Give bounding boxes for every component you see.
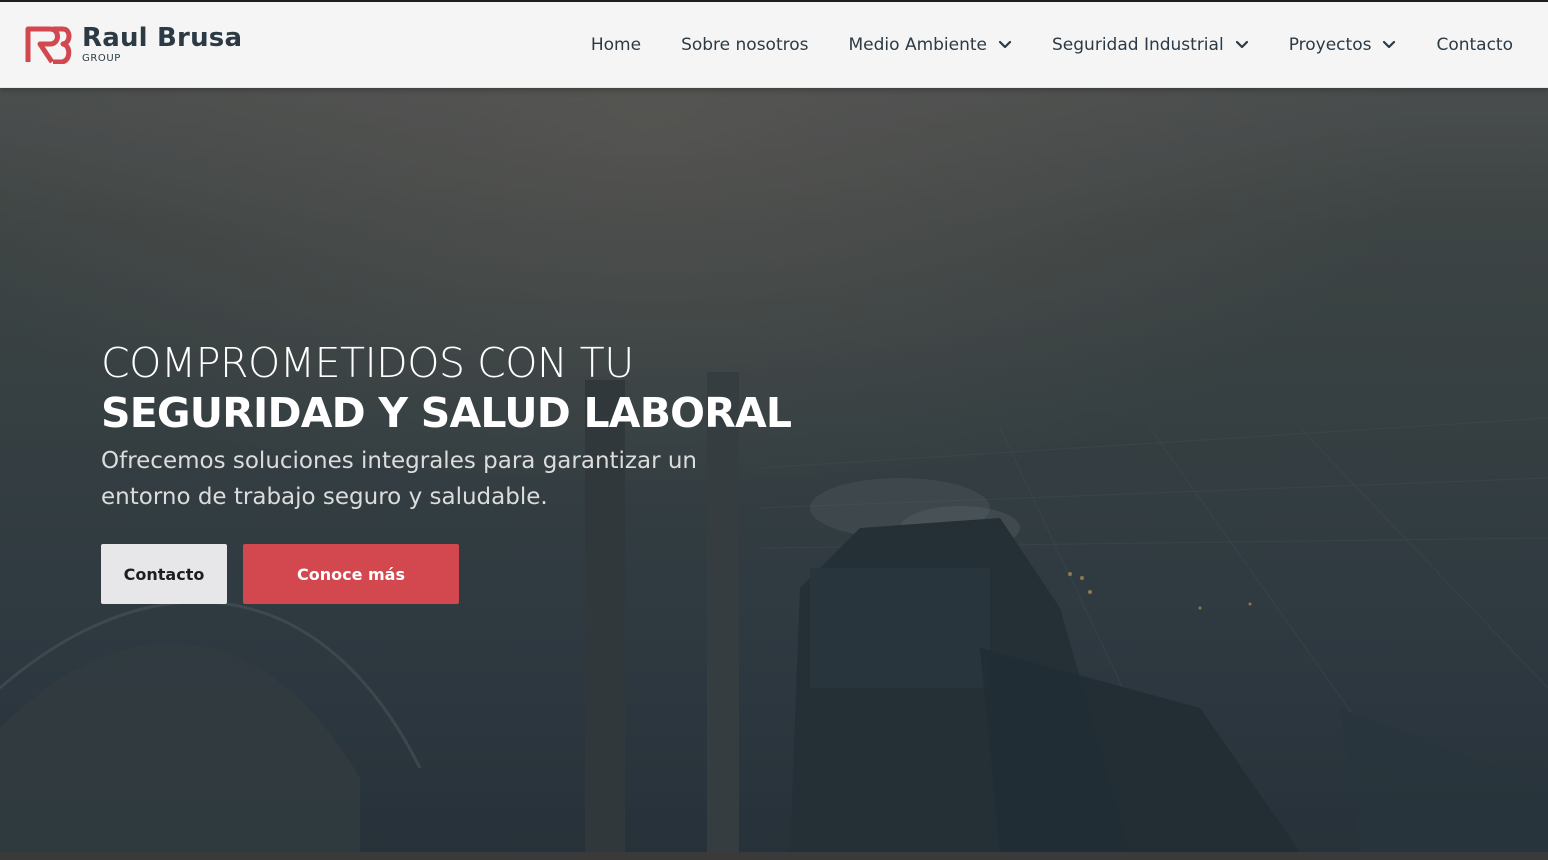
main-nav: Home Sobre nosotros Medio Ambiente Segur… bbox=[591, 2, 1513, 88]
hero-title-line1: COMPROMETIDOS CON TU bbox=[101, 339, 634, 387]
site-header: Raul Brusa GROUP Home Sobre nosotros Med… bbox=[0, 2, 1548, 88]
chevron-down-icon[interactable] bbox=[998, 40, 1012, 50]
nav-item-label: Home bbox=[590, 35, 642, 55]
hero-title-line2: SEGURIDAD Y SALUD LABORAL bbox=[101, 389, 792, 437]
contact-button[interactable]: Contacto bbox=[101, 544, 227, 604]
chevron-down-icon[interactable] bbox=[1235, 40, 1249, 50]
brand-logo-link[interactable]: Raul Brusa GROUP bbox=[25, 23, 242, 64]
hero-content: COMPROMETIDOS CON TU SEGURIDAD Y SALUD L… bbox=[101, 338, 861, 515]
brand-subtitle: GROUP bbox=[82, 53, 121, 64]
nav-item-label: Contacto bbox=[1436, 35, 1513, 55]
nav-item-label: Proyectos bbox=[1288, 35, 1372, 55]
hero-subtitle: Ofrecemos soluciones integrales para gar… bbox=[101, 448, 698, 510]
brand-text: Raul Brusa GROUP bbox=[82, 23, 242, 64]
nav-item-label: Seguridad Industrial bbox=[1052, 35, 1224, 55]
rb-logo-icon bbox=[25, 26, 72, 64]
page-bottom-edge bbox=[0, 852, 1548, 860]
hero-title: COMPROMETIDOS CON TU SEGURIDAD Y SALUD L… bbox=[101, 338, 861, 438]
learn-more-button[interactable]: Conoce más bbox=[243, 544, 459, 604]
nav-item-contacto[interactable]: Contacto bbox=[1436, 35, 1513, 55]
hero-section: COMPROMETIDOS CON TU SEGURIDAD Y SALUD L… bbox=[0, 88, 1548, 852]
nav-item-label: Medio Ambiente bbox=[848, 35, 988, 55]
nav-item-seguridad-industrial[interactable]: Seguridad Industrial bbox=[1052, 35, 1249, 55]
chevron-down-icon[interactable] bbox=[1382, 40, 1396, 50]
brand-name: Raul Brusa bbox=[82, 23, 243, 53]
nav-item-home[interactable]: Home bbox=[591, 35, 641, 55]
nav-item-medio-ambiente[interactable]: Medio Ambiente bbox=[849, 35, 1013, 55]
nav-item-label: Sobre nosotros bbox=[681, 35, 809, 55]
nav-item-sobre-nosotros[interactable]: Sobre nosotros bbox=[681, 35, 808, 55]
nav-item-proyectos[interactable]: Proyectos bbox=[1289, 35, 1397, 55]
hero-buttons: Contacto Conoce más bbox=[101, 544, 459, 604]
